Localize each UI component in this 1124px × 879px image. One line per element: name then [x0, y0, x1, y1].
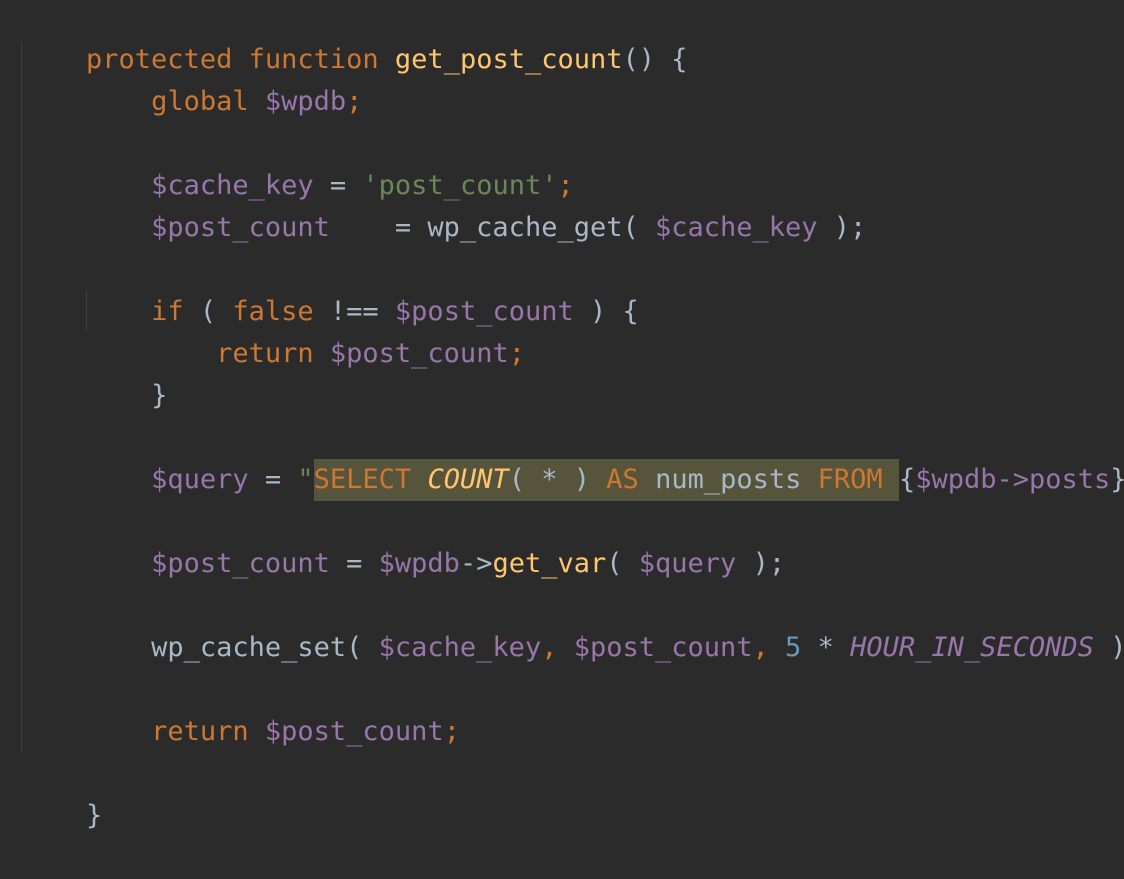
interpolated-wpdb-posts: $wpdb->posts — [915, 464, 1111, 495]
argument-cache-key: $cache_key — [378, 632, 542, 663]
wp-cache-set-call: wp_cache_set( — [151, 632, 379, 663]
keyword-return: return — [216, 338, 314, 369]
code-line-1: protected function get_post_count() { — [21, 0, 688, 75]
closing-brace: } — [151, 380, 168, 411]
semicolon: ; — [508, 338, 525, 369]
keyword-return: return — [151, 716, 249, 747]
comma: , — [541, 632, 574, 663]
code-line-19: } — [21, 753, 102, 831]
paren-open: ( — [606, 548, 639, 579]
variable-wpdb: $wpdb — [378, 548, 460, 579]
function-name: get_post_count — [394, 44, 623, 75]
code-line-7: if ( false !== $post_count ) { — [21, 249, 639, 327]
comma: , — [752, 632, 786, 663]
variable-post-count: $post_count — [151, 212, 330, 243]
quote-open: " — [297, 464, 314, 495]
code-line-8: return $post_count; — [21, 291, 525, 369]
number-five: 5 — [785, 632, 802, 663]
sql-count-args: ( * ) — [508, 464, 591, 495]
interpolation-open: { — [898, 464, 916, 495]
code-line-4: $cache_key = 'post_count'; — [21, 123, 574, 201]
sql-function-count: COUNT — [427, 464, 509, 495]
argument-post-count: $post_count — [573, 632, 753, 663]
variable-post-count: $post_count — [264, 716, 444, 747]
variable-post-count: $post_count — [329, 338, 509, 369]
sql-keyword-as: AS — [606, 464, 639, 495]
code-line-17: return $post_count; — [21, 669, 460, 747]
paren-close-brace: ) { — [573, 296, 639, 327]
arrow-operator: -> — [459, 548, 493, 579]
semicolon: ; — [346, 86, 363, 117]
variable-wpdb: $wpdb — [264, 86, 347, 117]
sql-keyword-select: SELECT — [313, 464, 412, 495]
interpolation-close: } — [1110, 464, 1124, 495]
assign-operator: = — [248, 464, 298, 495]
code-line-5: $post_count = wp_cache_get( $cache_key )… — [21, 165, 866, 243]
variable-query: $query — [151, 464, 249, 495]
code-line-13: $post_count = $wpdb->get_var( $query ); — [21, 501, 785, 579]
variable-post-count: $post_count — [151, 548, 330, 579]
semicolon: ; — [443, 716, 460, 747]
assign-operator: = — [329, 548, 379, 579]
code-line-2: global $wpdb; — [21, 39, 362, 117]
keyword-global: global — [151, 86, 249, 117]
argument-query: $query — [638, 548, 737, 579]
sql-injected-fragment: SELECT COUNT( * ) AS num_posts FROM — [313, 459, 899, 501]
call-end: ); — [1094, 632, 1124, 663]
constant-hour-in-seconds: HOUR_IN_SECONDS — [850, 632, 1094, 663]
function-signature-rest: () { — [622, 44, 688, 75]
argument-cache-key: $cache_key — [654, 212, 818, 243]
call-end: ); — [736, 548, 786, 579]
code-line-11: $query = "SELECT COUNT( * ) AS num_posts… — [21, 417, 1124, 501]
sql-keyword-from: FROM — [817, 464, 883, 495]
method-get-var: get_var — [492, 548, 607, 579]
sql-alias-num-posts: num_posts — [655, 464, 802, 495]
code-editor[interactable]: protected function get_post_count() { gl… — [0, 0, 1124, 831]
wp-cache-get-call: = wp_cache_get( — [329, 212, 655, 243]
function-closing-brace: } — [86, 800, 103, 831]
code-line-15: wp_cache_set( $cache_key, $post_count, 5… — [21, 585, 1124, 663]
multiply-operator: * — [801, 632, 851, 663]
code-line-9: } — [21, 333, 167, 411]
call-end: ); — [817, 212, 867, 243]
